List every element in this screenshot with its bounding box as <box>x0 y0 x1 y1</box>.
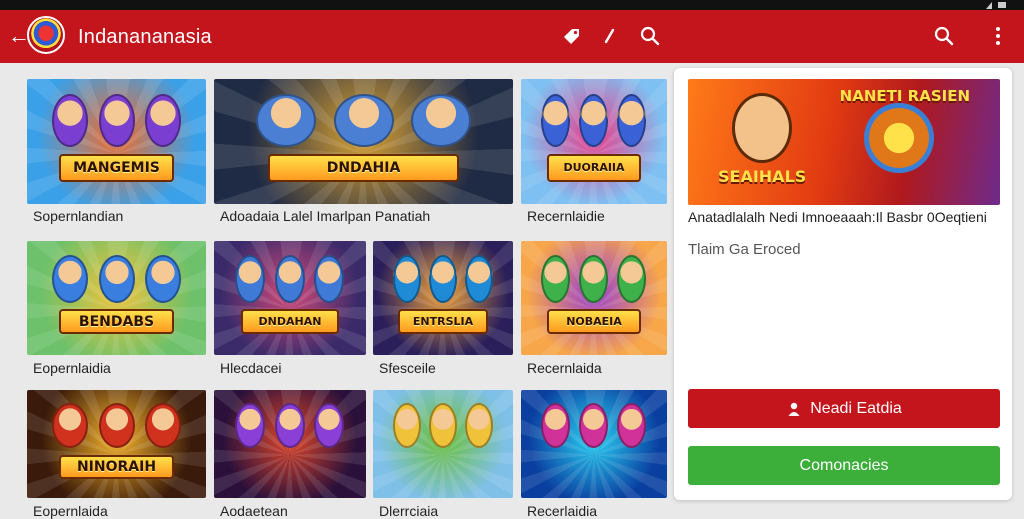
game-caption[interactable]: Dlerrciaia <box>379 503 438 519</box>
game-title-banner: DNDAHIA <box>267 154 460 182</box>
detail-panel: NANETI RASIEN SEAIHALS Anatadlalalh Nedi… <box>674 68 1012 500</box>
game-thumbnail[interactable]: DNDAHAN <box>214 241 366 355</box>
app-title: Indanananasia <box>78 26 212 48</box>
game-caption[interactable]: Eopernlaida <box>33 503 108 519</box>
status-icons <box>986 0 1006 10</box>
pen-icon[interactable] <box>598 24 622 48</box>
feature-title: NANETI RASIEN <box>839 87 970 105</box>
character-figure <box>411 94 471 147</box>
game-thumbnail[interactable]: BENDABS <box>27 241 206 355</box>
feature-image[interactable]: NANETI RASIEN SEAIHALS <box>688 79 1000 205</box>
character-figure <box>99 94 135 147</box>
character-figure <box>541 403 570 448</box>
character-figure <box>465 403 493 448</box>
character-figure <box>334 94 394 147</box>
character-figure <box>275 255 305 303</box>
character-figure <box>145 94 181 147</box>
game-thumbnail[interactable]: NOBAEIA <box>521 241 667 355</box>
game-caption[interactable]: Aodaetean <box>220 503 288 519</box>
character-figure <box>145 403 181 448</box>
game-title-banner: ENTRSLIA <box>398 309 488 335</box>
game-title-banner: BENDABS <box>59 309 174 335</box>
character-figure <box>314 255 344 303</box>
primary-button-label: Neadi Eatdia <box>810 399 902 417</box>
status-bar <box>0 0 1024 10</box>
character-figure <box>465 255 493 303</box>
game-thumbnail[interactable]: DUORAIIA <box>521 79 667 204</box>
character-figure <box>541 94 570 147</box>
game-thumbnail[interactable]: ENTRSLIA <box>373 241 513 355</box>
character-figure <box>579 255 608 303</box>
character-figure <box>579 403 608 448</box>
game-caption[interactable]: Sopernlandian <box>33 208 123 224</box>
back-arrow-icon[interactable]: ← <box>8 24 30 48</box>
game-caption[interactable]: Recerlaidia <box>527 503 597 519</box>
game-caption[interactable]: Hlecdacei <box>220 360 281 376</box>
character-figure <box>52 255 88 303</box>
search-icon[interactable] <box>638 24 662 48</box>
character-figure <box>235 255 265 303</box>
game-thumbnail[interactable]: MANGEMIS <box>27 79 206 204</box>
secondary-button[interactable]: Comonacies <box>688 446 1000 485</box>
game-title-banner: NOBAEIA <box>547 309 641 335</box>
character-figure <box>99 255 135 303</box>
detail-headline: Anatadlalalh Nedi Imnoeaaah:Il Basbr 0Oe… <box>688 209 987 225</box>
character-figure <box>235 403 265 448</box>
game-caption[interactable]: Sfesceile <box>379 360 436 376</box>
game-caption[interactable]: Recernlaidie <box>527 208 605 224</box>
game-title-banner: MANGEMIS <box>59 154 174 182</box>
character-figure <box>617 94 646 147</box>
game-thumbnail[interactable] <box>521 390 667 498</box>
game-thumbnail[interactable]: NINORAIH <box>27 390 206 498</box>
character-figure <box>52 403 88 448</box>
app-bar: ← Indanananasia <box>0 10 1024 63</box>
feature-banner: SEAIHALS <box>718 167 807 186</box>
battery-icon <box>998 2 1006 8</box>
character-figure <box>314 403 344 448</box>
game-title-banner: DUORAIIA <box>547 154 641 182</box>
game-title-banner: DNDAHAN <box>241 309 339 335</box>
game-thumbnail[interactable] <box>373 390 513 498</box>
game-caption[interactable]: Eopernlaidia <box>33 360 111 376</box>
more-vert-icon[interactable] <box>986 24 1010 48</box>
character-figure <box>393 403 421 448</box>
game-title-banner: NINORAIH <box>59 454 174 479</box>
character-figure <box>256 94 316 147</box>
search-icon[interactable] <box>932 24 956 48</box>
character-figure <box>429 255 457 303</box>
game-caption[interactable]: Adoadaia Lalel Imarlpan Panatiah <box>220 208 430 224</box>
detail-subtext: Tlaim Ga Eroced <box>688 241 801 258</box>
primary-button[interactable]: Neadi Eatdia <box>688 389 1000 428</box>
character-figure <box>145 255 181 303</box>
game-caption[interactable]: Recernlaida <box>527 360 602 376</box>
character-figure <box>393 255 421 303</box>
tag-icon[interactable] <box>560 24 584 48</box>
character-figure <box>52 94 88 147</box>
character-figure <box>99 403 135 448</box>
secondary-button-label: Comonacies <box>799 456 889 474</box>
character-figure <box>429 403 457 448</box>
character-figure <box>541 255 570 303</box>
character-figure <box>617 255 646 303</box>
character-figure <box>275 403 305 448</box>
person-icon <box>788 402 800 416</box>
game-thumbnail[interactable] <box>214 390 366 498</box>
signal-icon <box>986 1 992 9</box>
character-figure <box>617 403 646 448</box>
app-logo[interactable] <box>27 16 65 54</box>
character-figure <box>579 94 608 147</box>
game-thumbnail[interactable]: DNDAHIA <box>214 79 513 204</box>
